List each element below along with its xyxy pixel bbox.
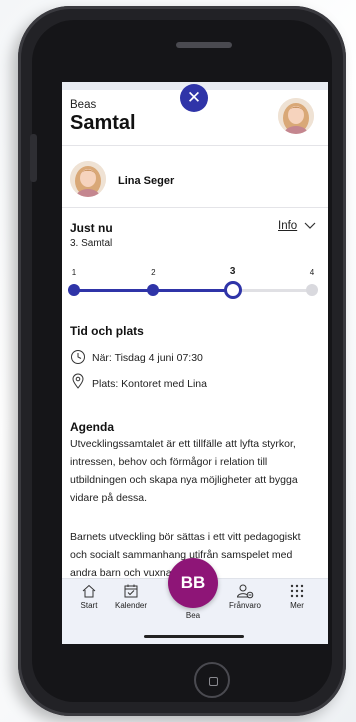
more-grid-icon bbox=[290, 584, 304, 598]
close-icon: ✕ bbox=[186, 88, 202, 107]
divider bbox=[62, 207, 328, 208]
clock-icon bbox=[71, 350, 85, 364]
current-status-heading: Just nu bbox=[70, 221, 113, 235]
chevron-down-icon[interactable] bbox=[303, 218, 317, 232]
step-number: 4 bbox=[309, 268, 315, 277]
calendar-icon bbox=[124, 584, 138, 598]
time-place-heading: Tid och plats bbox=[70, 324, 144, 338]
divider bbox=[62, 145, 328, 146]
step-dot-current bbox=[223, 281, 242, 299]
info-toggle[interactable]: Info bbox=[278, 220, 297, 232]
step-dot bbox=[306, 284, 318, 296]
nav-absence[interactable]: Frånvaro bbox=[220, 583, 270, 610]
meeting-place: Plats: Kontoret med Lina bbox=[92, 378, 207, 390]
nav-more[interactable]: Mer bbox=[272, 583, 322, 610]
agenda-paragraph: Utvecklingssamtalet är ett tillfälle att… bbox=[70, 438, 298, 504]
avatar[interactable] bbox=[278, 98, 314, 134]
app-screen: ✕ Beas Samtal Lina Seger Just nu Info 3.… bbox=[62, 82, 328, 644]
location-pin-icon bbox=[72, 373, 84, 389]
step-dot bbox=[68, 284, 80, 296]
step-number: 3 bbox=[229, 266, 236, 277]
home-indicator bbox=[144, 635, 244, 638]
home-button-glyph bbox=[209, 677, 218, 686]
nav-calendar[interactable]: Kalender bbox=[106, 583, 156, 610]
current-step-label: 3. Samtal bbox=[70, 238, 113, 249]
nav-label: Kalender bbox=[114, 601, 148, 610]
nav-label: Mer bbox=[290, 601, 304, 610]
meeting-time: När: Tisdag 4 juni 07:30 bbox=[92, 352, 203, 364]
nav-label: Bea bbox=[185, 611, 201, 620]
agenda-heading: Agenda bbox=[70, 420, 115, 434]
child-avatar bbox=[70, 161, 106, 197]
step-dot bbox=[147, 284, 160, 296]
device-mockup: ✕ Beas Samtal Lina Seger Just nu Info 3.… bbox=[0, 0, 356, 722]
home-button[interactable] bbox=[194, 662, 230, 698]
nav-label: Frånvaro bbox=[228, 601, 261, 610]
profile-button[interactable]: BB bbox=[168, 558, 218, 608]
home-icon bbox=[82, 584, 96, 598]
child-name: Lina Seger bbox=[118, 175, 175, 187]
parent-name: Beas bbox=[70, 99, 97, 111]
volume-button bbox=[30, 134, 37, 182]
close-button[interactable]: ✕ bbox=[180, 84, 208, 112]
step-number: 1 bbox=[71, 268, 77, 277]
earpiece-speaker bbox=[176, 42, 232, 48]
absence-icon bbox=[236, 584, 254, 599]
page-title: Samtal bbox=[70, 112, 136, 134]
step-number: 2 bbox=[151, 268, 156, 277]
